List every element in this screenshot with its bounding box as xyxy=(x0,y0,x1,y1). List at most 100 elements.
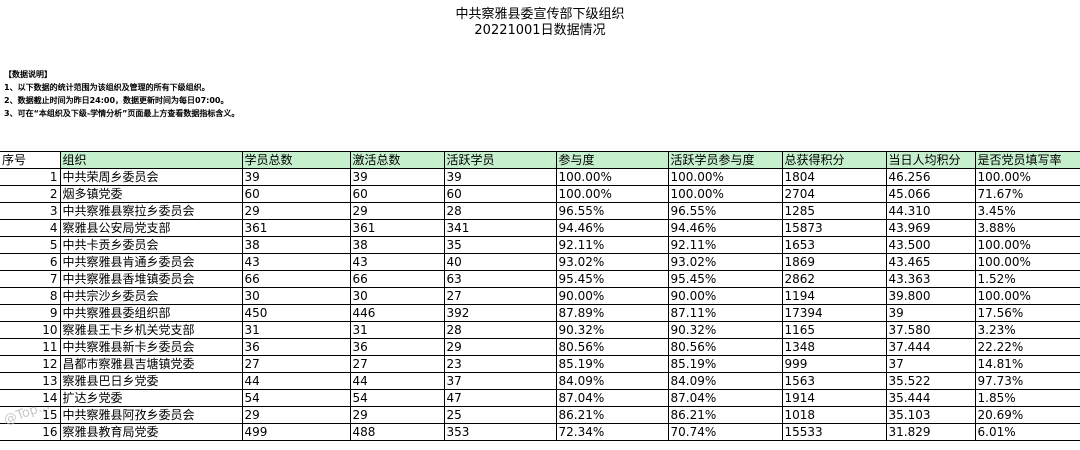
row-index-cell[interactable]: 12 xyxy=(0,355,61,373)
table-cell[interactable]: 1194 xyxy=(782,287,887,305)
row-index-cell[interactable]: 6 xyxy=(0,253,61,271)
table-cell[interactable]: 392 xyxy=(444,304,557,322)
table-cell[interactable]: 93.02% xyxy=(668,253,783,271)
table-cell[interactable]: 35 xyxy=(444,236,557,254)
table-cell[interactable]: 3.88% xyxy=(975,219,1080,237)
table-cell[interactable]: 中共察雅县新卡乡委员会 xyxy=(60,338,243,356)
table-cell[interactable]: 96.55% xyxy=(556,202,669,220)
col-header-activated[interactable]: 激活总数 xyxy=(350,151,445,169)
table-cell[interactable]: 488 xyxy=(350,423,445,441)
table-cell[interactable]: 27 xyxy=(350,355,445,373)
table-cell[interactable]: 100.00% xyxy=(556,168,669,186)
table-cell[interactable]: 20.69% xyxy=(975,406,1080,424)
table-cell[interactable]: 36 xyxy=(350,338,445,356)
table-cell[interactable]: 341 xyxy=(444,219,557,237)
table-cell[interactable]: 353 xyxy=(444,423,557,441)
table-cell[interactable]: 87.04% xyxy=(668,389,783,407)
table-cell[interactable]: 85.19% xyxy=(556,355,669,373)
row-index-cell[interactable]: 5 xyxy=(0,236,61,254)
table-cell[interactable]: 999 xyxy=(782,355,887,373)
table-cell[interactable]: 450 xyxy=(242,304,351,322)
table-cell[interactable]: 23 xyxy=(444,355,557,373)
table-cell[interactable]: 54 xyxy=(242,389,351,407)
table-cell[interactable]: 90.32% xyxy=(668,321,783,339)
table-cell[interactable]: 87.11% xyxy=(668,304,783,322)
table-cell[interactable]: 446 xyxy=(350,304,445,322)
table-cell[interactable]: 37.580 xyxy=(886,321,976,339)
table-cell[interactable]: 中共察雅县察拉乡委员会 xyxy=(60,202,243,220)
table-cell[interactable]: 90.32% xyxy=(556,321,669,339)
row-index-cell[interactable]: 7 xyxy=(0,270,61,288)
table-cell[interactable]: 6.01% xyxy=(975,423,1080,441)
table-cell[interactable]: 80.56% xyxy=(668,338,783,356)
table-cell[interactable]: 27 xyxy=(444,287,557,305)
table-cell[interactable]: 499 xyxy=(242,423,351,441)
table-cell[interactable]: 17.56% xyxy=(975,304,1080,322)
table-cell[interactable]: 察雅县王卡乡机关党支部 xyxy=(60,321,243,339)
table-cell[interactable]: 38 xyxy=(242,236,351,254)
table-cell[interactable]: 100.00% xyxy=(668,168,783,186)
table-cell[interactable]: 63 xyxy=(444,270,557,288)
table-cell[interactable]: 70.74% xyxy=(668,423,783,441)
row-index-cell[interactable]: 9 xyxy=(0,304,61,322)
col-header-members[interactable]: 学员总数 xyxy=(242,151,351,169)
table-cell[interactable]: 35.522 xyxy=(886,372,976,390)
table-cell[interactable]: 100.00% xyxy=(668,185,783,203)
table-cell[interactable]: 1348 xyxy=(782,338,887,356)
table-cell[interactable]: 39 xyxy=(444,168,557,186)
table-cell[interactable]: 2704 xyxy=(782,185,887,203)
table-cell[interactable]: 94.46% xyxy=(668,219,783,237)
row-index-cell[interactable]: 4 xyxy=(0,219,61,237)
col-header-index[interactable]: 序号 xyxy=(0,151,61,169)
table-cell[interactable]: 察雅县巴日乡党委 xyxy=(60,372,243,390)
table-cell[interactable]: 43 xyxy=(350,253,445,271)
table-cell[interactable]: 中共察雅县肯通乡委员会 xyxy=(60,253,243,271)
col-header-total-points[interactable]: 总获得积分 xyxy=(782,151,887,169)
col-header-active[interactable]: 活跃学员 xyxy=(444,151,557,169)
table-cell[interactable]: 28 xyxy=(444,321,557,339)
table-cell[interactable]: 94.46% xyxy=(556,219,669,237)
table-cell[interactable]: 察雅县教育局党委 xyxy=(60,423,243,441)
table-cell[interactable]: 361 xyxy=(350,219,445,237)
row-index-cell[interactable]: 10 xyxy=(0,321,61,339)
table-cell[interactable]: 29 xyxy=(242,406,351,424)
table-cell[interactable]: 87.89% xyxy=(556,304,669,322)
table-cell[interactable]: 71.67% xyxy=(975,185,1080,203)
table-cell[interactable]: 1165 xyxy=(782,321,887,339)
table-cell[interactable]: 90.00% xyxy=(668,287,783,305)
col-header-participation[interactable]: 参与度 xyxy=(556,151,669,169)
table-cell[interactable]: 100.00% xyxy=(975,287,1080,305)
table-cell[interactable]: 37 xyxy=(444,372,557,390)
table-cell[interactable]: 84.09% xyxy=(668,372,783,390)
table-cell[interactable]: 46.256 xyxy=(886,168,976,186)
table-cell[interactable]: 中共荣周乡委员会 xyxy=(60,168,243,186)
table-cell[interactable]: 1653 xyxy=(782,236,887,254)
col-header-member-fill-rate[interactable]: 是否党员填写率 xyxy=(975,151,1080,169)
table-cell[interactable]: 95.45% xyxy=(556,270,669,288)
row-index-cell[interactable]: 1 xyxy=(0,168,61,186)
table-cell[interactable]: 100.00% xyxy=(975,168,1080,186)
table-cell[interactable]: 29 xyxy=(444,338,557,356)
table-cell[interactable]: 1914 xyxy=(782,389,887,407)
table-cell[interactable]: 30 xyxy=(242,287,351,305)
table-cell[interactable]: 17394 xyxy=(782,304,887,322)
table-cell[interactable]: 29 xyxy=(350,406,445,424)
table-cell[interactable]: 95.45% xyxy=(668,270,783,288)
table-cell[interactable]: 1018 xyxy=(782,406,887,424)
table-cell[interactable]: 1.85% xyxy=(975,389,1080,407)
table-cell[interactable]: 45.066 xyxy=(886,185,976,203)
table-cell[interactable]: 87.04% xyxy=(556,389,669,407)
table-cell[interactable]: 38 xyxy=(350,236,445,254)
table-cell[interactable]: 66 xyxy=(350,270,445,288)
table-cell[interactable]: 72.34% xyxy=(556,423,669,441)
table-cell[interactable]: 60 xyxy=(444,185,557,203)
table-cell[interactable]: 15873 xyxy=(782,219,887,237)
table-cell[interactable]: 100.00% xyxy=(975,236,1080,254)
table-cell[interactable]: 361 xyxy=(242,219,351,237)
table-cell[interactable]: 90.00% xyxy=(556,287,669,305)
table-cell[interactable]: 中共察雅县阿孜乡委员会 xyxy=(60,406,243,424)
table-cell[interactable]: 37.444 xyxy=(886,338,976,356)
table-cell[interactable]: 1285 xyxy=(782,202,887,220)
table-cell[interactable]: 44 xyxy=(350,372,445,390)
table-cell[interactable]: 中共察雅县委组织部 xyxy=(60,304,243,322)
